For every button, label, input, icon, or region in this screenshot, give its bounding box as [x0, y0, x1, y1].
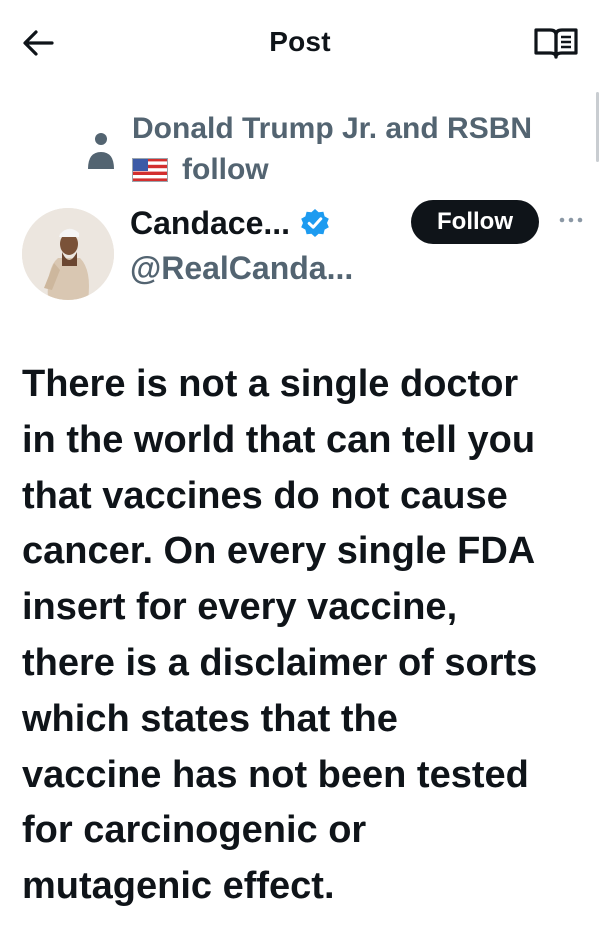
post-page: Post Donald Trump Jr. and RSBN follow Ca… [0, 0, 600, 926]
tweet-line: in the world that can tell you [22, 418, 536, 461]
social-context[interactable]: Donald Trump Jr. and RSBN follow [82, 112, 592, 192]
reader-mode-button[interactable] [533, 24, 579, 62]
page-title: Post [269, 26, 331, 57]
tweet-line: vaccine has not been tested [22, 753, 529, 796]
scrollbar[interactable] [596, 92, 599, 162]
author-display-name[interactable]: Candace... [130, 205, 290, 242]
social-context-names[interactable]: Donald Trump Jr. and RSBN [132, 112, 532, 146]
tweet-line: There is not a single doctor [22, 363, 519, 405]
social-context-line: follow [132, 152, 269, 188]
person-icon [88, 133, 114, 169]
us-flag-icon [132, 158, 168, 182]
tweet-line: cancer. On every single FDA [22, 530, 536, 573]
tweet-line: there is a disclaimer of sorts [22, 641, 538, 684]
author-handle[interactable]: @RealCanda... [130, 250, 353, 287]
tweet-line: that vaccines do not cause [22, 474, 508, 517]
avatar[interactable] [22, 208, 114, 300]
top-bar: Post [0, 0, 600, 84]
more-horizontal-icon [559, 217, 583, 223]
book-open-icon [534, 28, 578, 59]
follow-button[interactable]: Follow [411, 200, 539, 244]
tweet-text: There is not a single doctor in the worl… [22, 357, 592, 915]
more-options-button[interactable] [556, 205, 586, 235]
author-name-row: Candace... [130, 203, 330, 243]
verified-badge-icon[interactable] [300, 208, 330, 238]
tweet-line: for carcinogenic or [22, 809, 367, 852]
tweet-line: which states that the [22, 697, 398, 740]
tweet-line: insert for every vaccine, [22, 586, 458, 629]
profile-photo [22, 208, 114, 300]
social-context-action: follow [182, 153, 269, 186]
tweet-line: mutagenic effect. [22, 865, 335, 908]
